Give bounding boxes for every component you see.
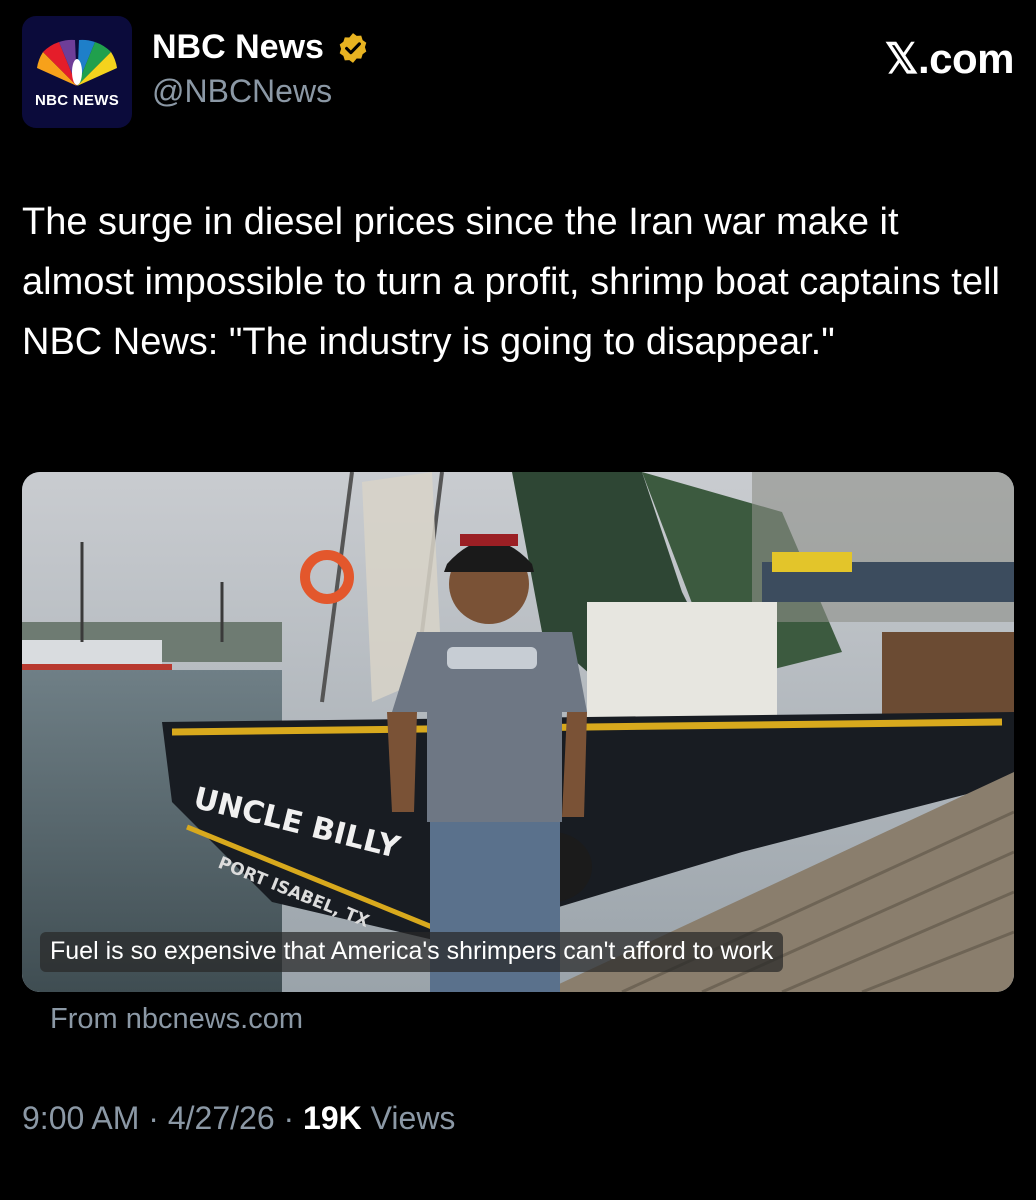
site-label: 𝕏.com [884, 35, 1015, 82]
handle[interactable]: @NBCNews [152, 73, 370, 110]
tweet-header: NBC NEWS NBC News @NBCNews 𝕏.com [22, 16, 1015, 128]
link-card[interactable]: UNCLE BILLY PORT ISABEL, TX Fuel is so e… [22, 472, 1014, 992]
tweet-time[interactable]: 9:00 AM [22, 1100, 139, 1136]
display-name[interactable]: NBC News [152, 28, 324, 67]
tweet-date[interactable]: 4/27/26 [168, 1100, 275, 1136]
views-label: Views [370, 1100, 456, 1136]
author-names: NBC News @NBCNews [152, 28, 370, 110]
avatar[interactable]: NBC NEWS [22, 16, 132, 128]
tweet-meta: 9:00 AM · 4/27/26 · 19K Views [22, 1100, 455, 1137]
meta-separator: · [283, 1100, 295, 1136]
nbc-peacock-icon [37, 39, 117, 86]
article-photo: UNCLE BILLY PORT ISABEL, TX [22, 472, 1014, 992]
card-caption: Fuel is so expensive that America's shri… [40, 932, 784, 972]
verified-badge-icon [340, 32, 367, 63]
views-count: 19K [303, 1100, 362, 1136]
card-source[interactable]: From nbcnews.com [50, 1003, 303, 1036]
tweet-text: The surge in diesel prices since the Ira… [22, 201, 1000, 363]
meta-separator: · [148, 1100, 159, 1136]
avatar-label: NBC NEWS [34, 92, 120, 109]
